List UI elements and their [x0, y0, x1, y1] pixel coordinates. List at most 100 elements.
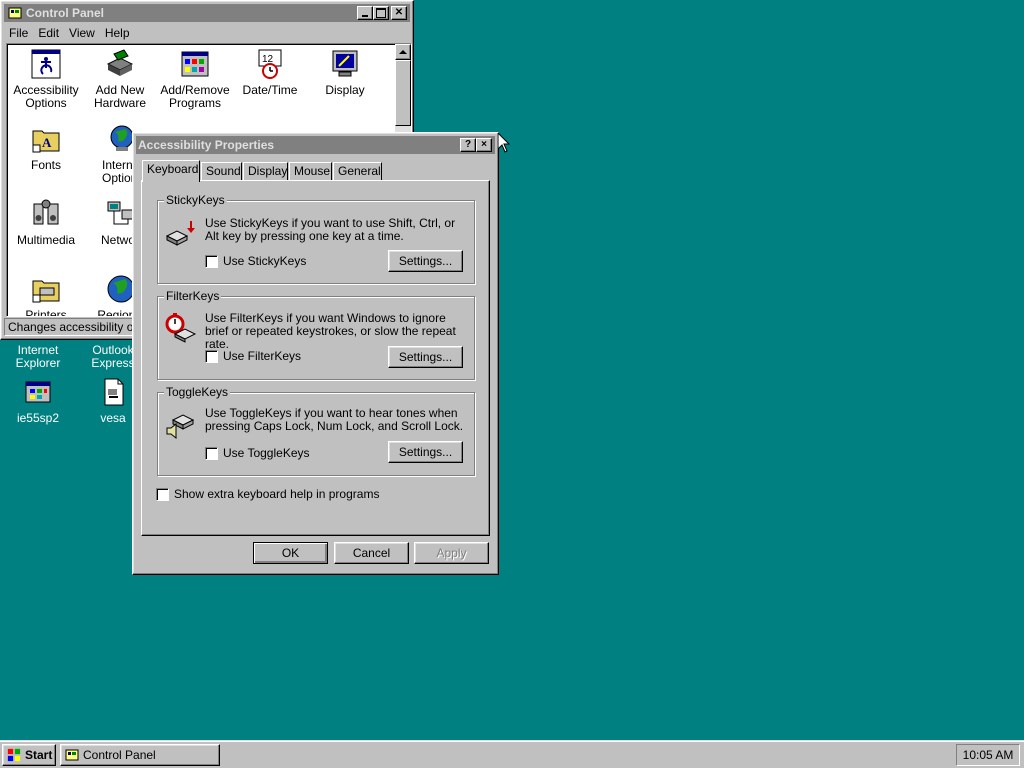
- filterkeys-checkbox-label[interactable]: Use FilterKeys: [223, 350, 301, 363]
- togglekeys-group: ToggleKeys: [157, 386, 475, 476]
- cp-item-date-time[interactable]: 12 Date/Time: [232, 48, 308, 97]
- hardware-icon: [106, 49, 134, 76]
- document-icon: [104, 378, 124, 406]
- cp-item-fonts[interactable]: A Fonts: [8, 123, 84, 172]
- tab-label: Mouse: [294, 164, 331, 178]
- cp-item-label: Fonts: [30, 158, 61, 172]
- group-label: FilterKeys: [164, 289, 222, 303]
- programs-icon: [181, 51, 209, 77]
- button-label: Settings...: [398, 350, 453, 364]
- minimize-icon: [362, 15, 368, 17]
- close-button[interactable]: ×: [476, 138, 492, 152]
- desktop-item-label: ie55sp2: [16, 411, 60, 425]
- menu-bar: File Edit View Help: [4, 24, 135, 42]
- taskbar: Start Control Panel 10:05 AM: [0, 740, 1024, 768]
- togglekeys-settings-button[interactable]: Settings...: [388, 441, 463, 463]
- stickykeys-settings-button[interactable]: Settings...: [388, 250, 463, 272]
- close-button[interactable]: ✕: [391, 6, 407, 20]
- control-panel-titlebar[interactable]: Control Panel ✕: [4, 4, 410, 22]
- button-label: Settings...: [398, 254, 453, 268]
- display-icon: [332, 50, 358, 77]
- extra-keyboard-help-checkbox[interactable]: [156, 488, 169, 501]
- printers-folder-icon: [32, 280, 60, 303]
- menu-edit[interactable]: Edit: [33, 24, 64, 42]
- scroll-up-button[interactable]: [395, 44, 411, 60]
- togglekeys-description: Use ToggleKeys if you want to hear tones…: [205, 406, 464, 433]
- cp-item-label: Accessibility Options: [13, 83, 79, 110]
- help-button[interactable]: ?: [460, 138, 476, 152]
- group-label: ToggleKeys: [164, 385, 231, 399]
- cp-item-accessibility[interactable]: Accessibility Options: [8, 48, 84, 110]
- menu-help[interactable]: Help: [100, 24, 135, 42]
- button-label: Cancel: [352, 546, 391, 560]
- togglekeys-checkbox-label[interactable]: Use ToggleKeys: [223, 447, 310, 460]
- clock-icon: 12: [258, 49, 282, 79]
- cp-item-label: Printers: [25, 308, 67, 317]
- dialog-title: Accessibility Properties: [138, 138, 275, 152]
- start-label: Start: [25, 748, 53, 762]
- button-label: Apply: [436, 546, 467, 560]
- menu-view[interactable]: View: [64, 24, 100, 42]
- stickykeys-checkbox-label[interactable]: Use StickyKeys: [223, 255, 306, 268]
- dialog-titlebar[interactable]: Accessibility Properties ? ×: [136, 136, 495, 154]
- desktop-item-label: vesa: [100, 411, 126, 425]
- cp-item-label: Add/Remove Programs: [160, 83, 230, 110]
- tab-general[interactable]: General: [333, 162, 382, 180]
- apply-button[interactable]: Apply: [414, 542, 489, 564]
- filterkeys-settings-button[interactable]: Settings...: [388, 346, 463, 368]
- tab-sound[interactable]: Sound: [201, 162, 242, 180]
- desktop-item-label: Internet Explorer: [15, 343, 61, 370]
- cp-item-label: Multimedia: [16, 233, 76, 247]
- close-icon: ×: [481, 139, 487, 150]
- control-panel-icon: [65, 749, 79, 761]
- cp-item-label: Add New Hardware: [93, 83, 147, 110]
- fonts-folder-icon: A: [32, 130, 60, 153]
- scroll-thumb[interactable]: [395, 60, 411, 126]
- help-icon: ?: [464, 139, 472, 150]
- maximize-icon: [376, 8, 386, 18]
- tab-mouse[interactable]: Mouse: [289, 162, 332, 180]
- clock[interactable]: 10:05 AM: [963, 748, 1014, 762]
- tab-label: Sound: [206, 164, 241, 178]
- tab-display[interactable]: Display: [243, 162, 288, 180]
- keyboard-keys-icon: [165, 221, 195, 246]
- speaker-keys-icon: [166, 414, 195, 440]
- svg-text:A: A: [42, 135, 52, 150]
- cp-item-label: Display: [325, 83, 365, 97]
- cp-item-add-remove[interactable]: Add/Remove Programs: [157, 48, 233, 110]
- cp-item-printers[interactable]: Printers: [8, 273, 84, 317]
- stickykeys-description: Use StickyKeys if you want to use Shift,…: [205, 216, 456, 243]
- stopwatch-keys-icon: [165, 313, 197, 343]
- task-label: Control Panel: [83, 748, 156, 762]
- button-label: OK: [281, 546, 300, 560]
- cp-item-add-hardware[interactable]: Add New Hardware: [82, 48, 158, 110]
- menu-file[interactable]: File: [4, 24, 33, 42]
- cp-item-label: Date/Time: [242, 83, 298, 97]
- filterkeys-checkbox[interactable]: [205, 350, 218, 363]
- tab-label: General: [338, 164, 381, 178]
- togglekeys-checkbox[interactable]: [205, 447, 218, 460]
- mouse-cursor-icon: [498, 133, 510, 153]
- extra-keyboard-help-label[interactable]: Show extra keyboard help in programs: [174, 488, 379, 501]
- arrow-up-icon: [399, 50, 407, 54]
- close-icon: ✕: [394, 7, 404, 18]
- desktop-item-ie[interactable]: Internet Explorer: [0, 344, 76, 370]
- stickykeys-checkbox[interactable]: [205, 255, 218, 268]
- group-label: StickyKeys: [164, 193, 227, 207]
- taskbar-control-panel-button[interactable]: Control Panel: [60, 744, 220, 766]
- ok-button[interactable]: OK: [253, 542, 328, 564]
- window-title: Control Panel: [26, 6, 105, 20]
- system-tray: 10:05 AM: [956, 744, 1020, 766]
- setup-icon: [25, 381, 51, 403]
- minimize-button[interactable]: [357, 6, 373, 20]
- accessibility-icon: [31, 49, 61, 79]
- desktop-item-ie55sp2[interactable]: ie55sp2: [0, 376, 76, 425]
- cp-item-multimedia[interactable]: Multimedia: [8, 198, 84, 247]
- cp-item-display[interactable]: Display: [307, 48, 383, 97]
- maximize-button[interactable]: [373, 6, 389, 20]
- start-button[interactable]: Start: [2, 744, 56, 766]
- cancel-button[interactable]: Cancel: [334, 542, 409, 564]
- tab-keyboard[interactable]: Keyboard: [142, 160, 200, 182]
- tab-label: Display: [248, 164, 288, 178]
- button-label: Settings...: [398, 445, 453, 459]
